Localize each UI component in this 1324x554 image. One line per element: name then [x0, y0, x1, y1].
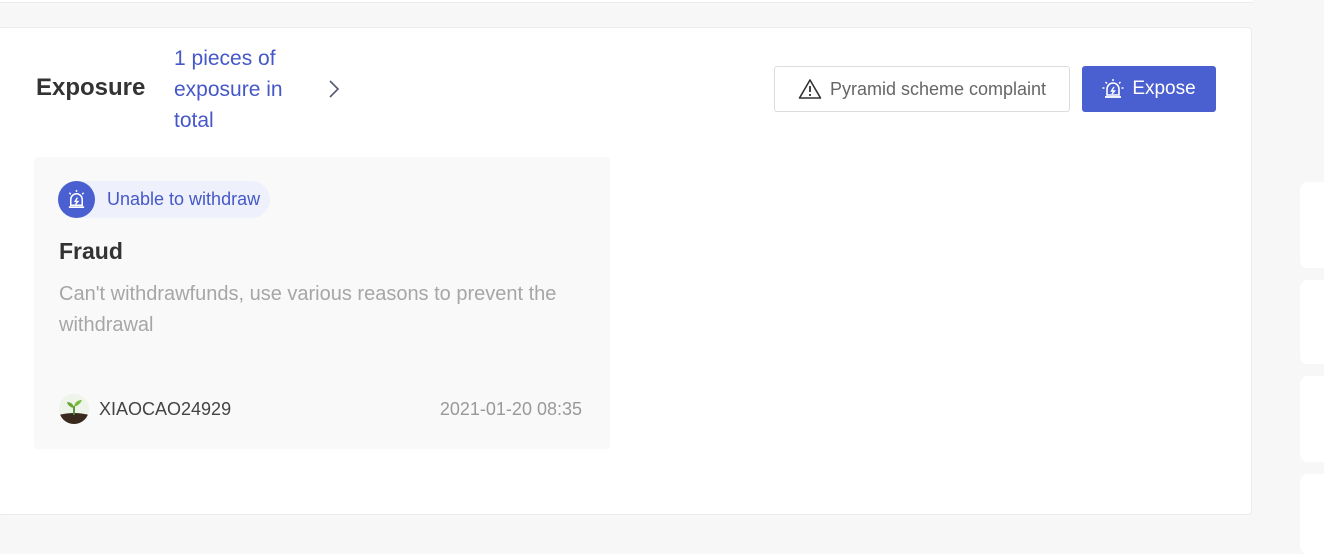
pyramid-scheme-complaint-button[interactable]: Pyramid scheme complaint	[774, 66, 1070, 112]
author-name[interactable]: XIAOCAO24929	[99, 399, 231, 420]
alarm-siren-icon	[58, 181, 95, 218]
card-date: 2021-01-20 08:35	[439, 399, 582, 419]
top-strip	[0, 0, 1253, 3]
section-title: Exposure	[36, 74, 146, 101]
expose-button-label: Expose	[1132, 78, 1196, 99]
alarm-siren-icon	[1102, 79, 1124, 98]
warning-triangle-icon	[798, 79, 822, 99]
expose-button[interactable]: Expose	[1082, 66, 1216, 112]
complaint-button-label: Pyramid scheme complaint	[829, 78, 1047, 99]
side-tab[interactable]	[1300, 280, 1324, 364]
exposure-count-link[interactable]: 1 pieces of exposure in total	[174, 43, 319, 136]
exposure-card[interactable]: Unable to withdraw Fraud Can't withdrawf…	[34, 157, 610, 449]
category-tag-label: Unable to withdraw	[107, 189, 261, 209]
side-tab[interactable]	[1300, 376, 1324, 462]
avatar	[59, 394, 89, 424]
author: XIAOCAO24929	[59, 394, 231, 424]
chevron-right-icon[interactable]	[326, 78, 342, 100]
card-title: Fraud	[59, 238, 123, 264]
category-tag: Unable to withdraw	[58, 181, 271, 218]
side-tab[interactable]	[1300, 474, 1324, 554]
card-description: Can't withdrawfunds, use various reasons…	[59, 283, 557, 336]
side-tab[interactable]	[1300, 182, 1324, 268]
